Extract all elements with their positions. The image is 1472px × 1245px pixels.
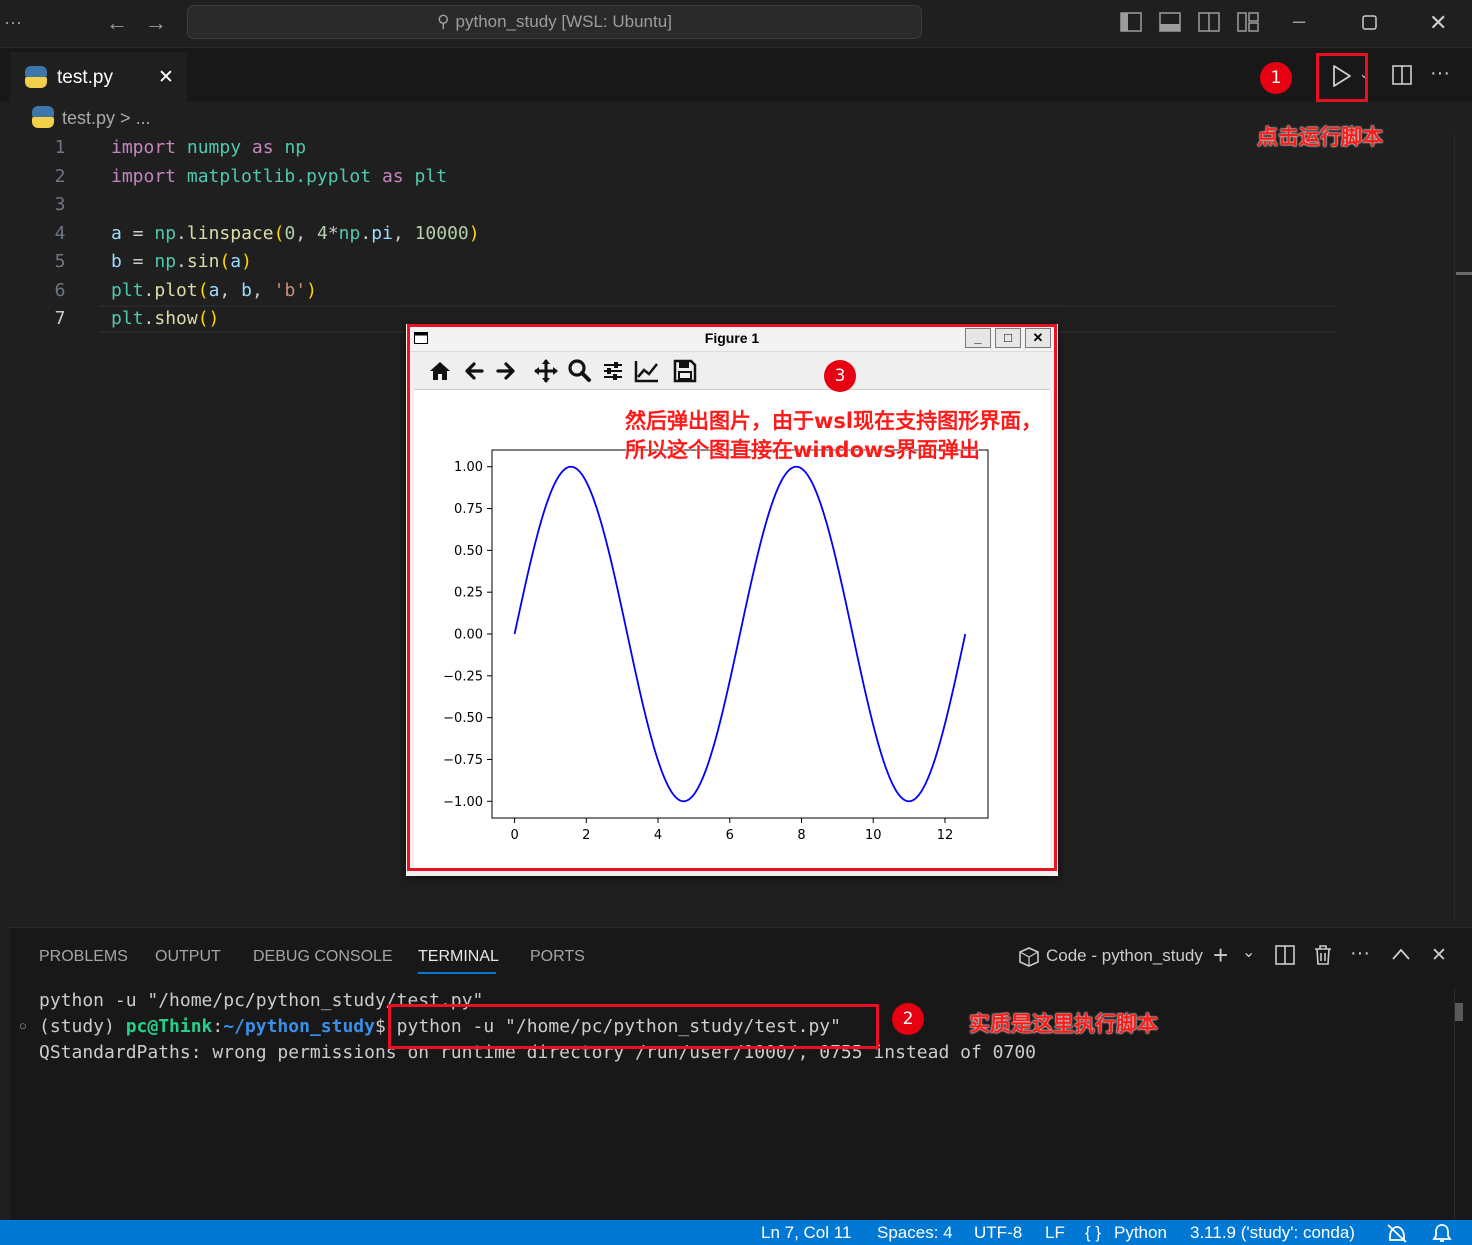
toggle-secondary-sidebar-icon[interactable]: [1198, 12, 1220, 32]
minimize-icon[interactable]: –: [1293, 10, 1305, 32]
panel-tab-problems[interactable]: PROBLEMS: [39, 948, 128, 966]
panel-tab-debug-console[interactable]: DEBUG CONSOLE: [253, 948, 393, 966]
copilot-disabled-icon[interactable]: [1386, 1223, 1408, 1243]
annotation-note-3-line1: 然后弹出图片，由于wsl现在支持图形界面，: [625, 409, 1043, 433]
code-line-2[interactable]: import matplotlib.pyplot as plt: [111, 166, 447, 187]
command-center-label: python_study [WSL: Ubuntu]: [455, 12, 672, 31]
split-terminal-icon[interactable]: [1275, 945, 1295, 965]
bottom-panel: PROBLEMS OUTPUT DEBUG CONSOLE TERMINAL PORTS…: [10, 927, 1472, 1220]
arrow-right-icon[interactable]: →: [145, 12, 167, 34]
scrollbar-cursor-marker: [1456, 272, 1472, 275]
python-file-icon: [25, 66, 47, 88]
annotation-badge-1: 1: [1260, 62, 1292, 94]
menu-dots-icon[interactable]: ⋯: [4, 12, 22, 34]
line-number: 2: [54, 166, 66, 187]
toggle-primary-sidebar-icon[interactable]: [1120, 12, 1142, 32]
panel-tab-output[interactable]: OUTPUT: [155, 948, 221, 966]
annotation-note-1: 点击运行脚本: [1257, 125, 1383, 149]
close-panel-icon[interactable]: ✕: [1431, 944, 1447, 967]
line-number: 5: [54, 251, 66, 272]
annotation-note-3: 然后弹出图片，由于wsl现在支持图形界面， 所以这个图直接在windows界面弹…: [625, 407, 1042, 465]
more-actions-icon[interactable]: ···: [1430, 62, 1450, 85]
line-number: 7: [54, 308, 66, 329]
prompt-user: pc@Think: [125, 1016, 213, 1037]
status-bar: Ln 7, Col 11 Spaces: 4 UTF-8 LF { } Pyth…: [0, 1220, 1472, 1245]
terminal-profile-icon: [1019, 947, 1039, 967]
code-line-5[interactable]: b = np.sin(a): [111, 251, 252, 272]
prompt-env: (study): [39, 1016, 126, 1037]
tab-test-py[interactable]: test.py ✕: [10, 52, 187, 102]
toggle-panel-icon[interactable]: [1159, 12, 1181, 32]
breadcrumb-more[interactable]: ...: [136, 108, 151, 128]
status-indentation[interactable]: Spaces: 4: [877, 1223, 953, 1243]
command-decoration-circle-icon[interactable]: ○: [19, 1018, 27, 1033]
breadcrumb-separator: >: [120, 108, 131, 128]
maximize-icon[interactable]: [1362, 15, 1377, 30]
close-tab-icon[interactable]: ✕: [158, 66, 174, 89]
language-braces-icon: { }: [1085, 1223, 1102, 1242]
line-number: 4: [54, 223, 66, 244]
terminal-scrollbar[interactable]: [1454, 988, 1472, 1218]
annotation-badge-3: 3: [824, 360, 856, 392]
kill-terminal-trash-icon[interactable]: [1313, 944, 1333, 966]
command-center-search[interactable]: ⚲ python_study [WSL: Ubuntu]: [187, 5, 922, 39]
status-encoding[interactable]: UTF-8: [974, 1223, 1022, 1243]
prompt-colon: :: [212, 1016, 224, 1037]
split-editor-icon[interactable]: [1392, 65, 1412, 85]
active-tab-underline: [418, 972, 496, 974]
status-language[interactable]: Python: [1114, 1223, 1167, 1243]
close-window-icon[interactable]: ✕: [1429, 12, 1447, 34]
code-line-4[interactable]: a = np.linspace(0, 4*np.pi, 10000): [111, 223, 480, 244]
prompt-path: ~/python_study: [223, 1016, 375, 1037]
customize-layout-icon[interactable]: [1237, 12, 1259, 32]
tab-bar: [0, 48, 1472, 102]
run-button-highlight: [1316, 53, 1368, 102]
maximize-panel-chevron-up-icon[interactable]: [1391, 947, 1411, 961]
terminal-dropdown-chevron-icon[interactable]: ⌄: [1242, 942, 1255, 962]
title-bar: ⋯ ← → ⚲ python_study [WSL: Ubuntu] – ✕: [0, 0, 1472, 48]
search-icon: ⚲: [437, 12, 450, 31]
status-cursor-position[interactable]: Ln 7, Col 11: [761, 1223, 851, 1243]
command-highlight: [388, 1004, 879, 1049]
panel-tab-ports[interactable]: PORTS: [530, 948, 585, 966]
terminal-scrollbar-thumb[interactable]: [1455, 1003, 1463, 1021]
tab-label: test.py: [57, 67, 113, 88]
breadcrumb: test.py > ...: [32, 106, 151, 129]
panel-tab-terminal[interactable]: TERMINAL: [418, 948, 499, 966]
terminal-name[interactable]: Code - python_study: [1046, 946, 1203, 966]
code-line-7[interactable]: plt.show(): [111, 308, 219, 329]
status-eol[interactable]: LF: [1045, 1223, 1065, 1243]
code-line-6[interactable]: plt.plot(a, b, 'b'): [111, 280, 317, 301]
code-line-1[interactable]: import numpy as np: [111, 137, 306, 158]
status-interpreter[interactable]: 3.11.9 ('study': conda): [1190, 1223, 1355, 1243]
new-terminal-plus-icon[interactable]: +: [1213, 940, 1228, 971]
annotation-note-3-line2: 所以这个图直接在windows界面弹出: [625, 438, 980, 462]
notifications-bell-icon[interactable]: [1432, 1223, 1452, 1243]
annotation-badge-2: 2: [892, 1003, 924, 1035]
panel-more-actions-icon[interactable]: ···: [1350, 942, 1370, 965]
python-file-icon: [32, 106, 54, 128]
breadcrumb-file[interactable]: test.py: [62, 108, 115, 128]
line-number: 6: [54, 280, 66, 301]
line-number: 3: [54, 194, 66, 215]
line-number: 1: [54, 137, 66, 158]
annotation-note-2: 实质是这里执行脚本: [969, 1012, 1158, 1036]
editor-scrollbar[interactable]: [1454, 133, 1472, 923]
arrow-left-icon[interactable]: ←: [106, 12, 128, 34]
